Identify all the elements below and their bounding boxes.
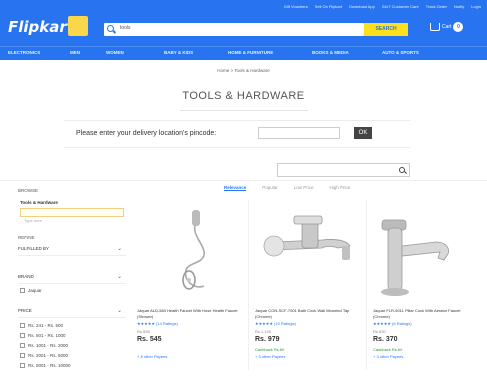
nav-item-electronics[interactable]: ELECTRONICS <box>8 50 70 55</box>
price-option-label: Rs. 1001 - Rs. 2000 <box>28 343 69 348</box>
category-search-placeholder: Type here <box>24 218 42 223</box>
filter-label: PRICE <box>18 308 32 313</box>
sort-tab-low-price[interactable]: Low Price <box>294 185 314 191</box>
checkbox[interactable] <box>20 353 25 358</box>
breadcrumb[interactable]: Home > Tools & Hardware <box>0 68 487 73</box>
product-more-sellers[interactable]: + 8 other Payees <box>137 354 167 359</box>
page-title: TOOLS & HARDWARE <box>182 90 305 102</box>
product-name[interactable]: Jaquar CON-SCF-7001 Bath Cock Wall Mount… <box>255 308 359 319</box>
filter-brand[interactable]: BRAND ⌄ <box>18 270 126 284</box>
product-more-sellers[interactable]: + 3 other Payees <box>255 354 285 359</box>
checkbox[interactable] <box>20 363 25 368</box>
cart-label: Cart <box>442 24 452 30</box>
filter-label: BRAND <box>18 274 34 279</box>
category-nav: ELECTRONICS MEN WOMEN BABY & KIDS HOME &… <box>0 46 487 60</box>
product-offer: Cashback Rs.60 <box>255 347 285 352</box>
top-link-download-app[interactable]: Download App <box>349 4 375 9</box>
logo-badge-icon <box>68 16 88 36</box>
cart-icon <box>430 23 440 31</box>
search-button[interactable]: SEARCH <box>364 23 408 36</box>
checkbox[interactable] <box>20 333 25 338</box>
product-name[interactable]: Jaquar FLR-5011 Pillar Cock With Aerator… <box>373 308 477 319</box>
search-input[interactable]: tools <box>104 23 364 36</box>
checkbox[interactable] <box>20 343 25 348</box>
top-links: Gift Vouchers Sell On Flipkart Download … <box>284 4 481 9</box>
sort-tab-popular[interactable]: Popular <box>262 185 278 191</box>
nav-item-men[interactable]: MEN <box>70 50 106 55</box>
product-card[interactable]: Jaquar ALD-583 Health Faucet With Hose H… <box>134 200 244 377</box>
product-price: Rs. 545 <box>137 336 162 343</box>
pincode-input[interactable] <box>258 127 340 139</box>
brand-option[interactable]: Jaquar <box>20 288 42 293</box>
price-option[interactable]: Rs. 5001 - Rs. 10000 <box>20 363 71 368</box>
product-name[interactable]: Jaquar ALD-583 Health Faucet With Hose H… <box>137 308 241 319</box>
sort-tab-high-price[interactable]: High Price <box>330 185 351 191</box>
product-price: Rs. 370 <box>373 336 398 343</box>
chevron-down-icon: ⌄ <box>116 274 122 280</box>
product-rating: ★★★★★ (6 Ratings) <box>373 321 412 326</box>
nav-item-baby-kids[interactable]: BABY & KIDS <box>164 50 228 55</box>
top-link-login[interactable]: Login <box>471 4 481 9</box>
price-option[interactable]: Rs. 241 - Rs. 500 <box>20 323 63 328</box>
card-divider <box>366 200 367 370</box>
search-value: tools <box>120 25 131 31</box>
checkbox[interactable] <box>20 288 25 293</box>
product-mrp: Rs.530 <box>373 329 386 334</box>
top-link-sell[interactable]: Sell On Flipkart <box>315 4 342 9</box>
logo[interactable]: Flipkart <box>8 18 74 36</box>
pincode-submit-button[interactable]: OK <box>354 127 372 139</box>
nav-item-books-media[interactable]: BOOKS & MEDIA <box>312 50 382 55</box>
sidebar-browse-heading: BROWSE <box>18 188 39 193</box>
product-image-health-faucet[interactable] <box>134 200 244 300</box>
category-search-input[interactable]: Type here <box>20 208 124 223</box>
chevron-down-icon: ⌄ <box>116 246 122 252</box>
sidebar: BROWSE Tools & Hardware Type here REFINE… <box>0 180 128 377</box>
product-rating: ★★★★★ (14 Ratings) <box>137 321 178 326</box>
sidebar-item-category[interactable]: Tools & Hardware <box>20 200 58 205</box>
top-link-customer-care[interactable]: 24x7 Customer Care <box>382 4 419 9</box>
pincode-label: Please enter your delivery location's pi… <box>76 130 217 137</box>
filter-label: FULFILLED BY <box>18 246 50 251</box>
price-option-label: Rs. 2001 - Rs. 5000 <box>28 353 69 358</box>
cart-button[interactable]: Cart 0 <box>430 22 464 32</box>
product-mrp: Rs.595 <box>137 329 150 334</box>
product-offer: Cashback Rs.60 <box>373 347 403 352</box>
sidebar-refine-heading: REFINE <box>18 235 35 240</box>
sort-tabs: Relevance Popular Low Price High Price <box>224 185 350 191</box>
price-option-label: Rs. 501 - Rs. 1000 <box>28 333 66 338</box>
nav-item-auto-sports[interactable]: AUTO & SPORTS <box>382 50 442 55</box>
title-divider <box>180 110 308 111</box>
price-option[interactable]: Rs. 2001 - Rs. 5000 <box>20 353 68 358</box>
filter-fulfilled-by[interactable]: FULFILLED BY ⌄ <box>18 242 126 256</box>
product-price: Rs. 979 <box>255 336 280 343</box>
top-link-notify[interactable]: Notify <box>454 4 464 9</box>
card-divider <box>248 200 249 370</box>
top-link-track-order[interactable]: Track Order <box>426 4 447 9</box>
price-option-label: Rs. 241 - Rs. 500 <box>28 323 64 328</box>
cart-count-badge: 0 <box>453 22 464 32</box>
price-option[interactable]: Rs. 1001 - Rs. 2000 <box>20 343 68 348</box>
header-bar: Gift Vouchers Sell On Flipkart Download … <box>0 0 487 46</box>
product-card[interactable]: Jaquar CON-SCF-7001 Bath Cock Wall Mount… <box>252 200 362 377</box>
price-option-label: Rs. 5001 - Rs. 10000 <box>28 363 71 368</box>
brand-option-label: Jaquar <box>28 288 42 293</box>
product-mrp: Rs.1,135 <box>255 329 272 334</box>
filter-price[interactable]: PRICE ⌄ <box>18 304 126 318</box>
product-rating: ★★★★★ (10 Ratings) <box>255 321 296 326</box>
nav-item-home-furniture[interactable]: HOME & FURNITURE <box>228 50 312 55</box>
product-search-input[interactable] <box>277 163 410 177</box>
product-more-sellers[interactable]: + 3 other Payees <box>373 354 403 359</box>
sort-tab-relevance[interactable]: Relevance <box>224 185 247 191</box>
nav-item-women[interactable]: WOMEN <box>106 50 164 55</box>
product-image-pillar-cock[interactable] <box>370 200 480 300</box>
product-card[interactable]: Jaquar FLR-5011 Pillar Cock With Aerator… <box>370 200 480 377</box>
checkbox[interactable] <box>20 323 25 328</box>
price-option[interactable]: Rs. 501 - Rs. 1000 <box>20 333 66 338</box>
product-image-bath-cock[interactable] <box>252 200 362 300</box>
top-link-gift-vouchers[interactable]: Gift Vouchers <box>284 4 308 9</box>
chevron-down-icon: ⌄ <box>116 308 122 314</box>
